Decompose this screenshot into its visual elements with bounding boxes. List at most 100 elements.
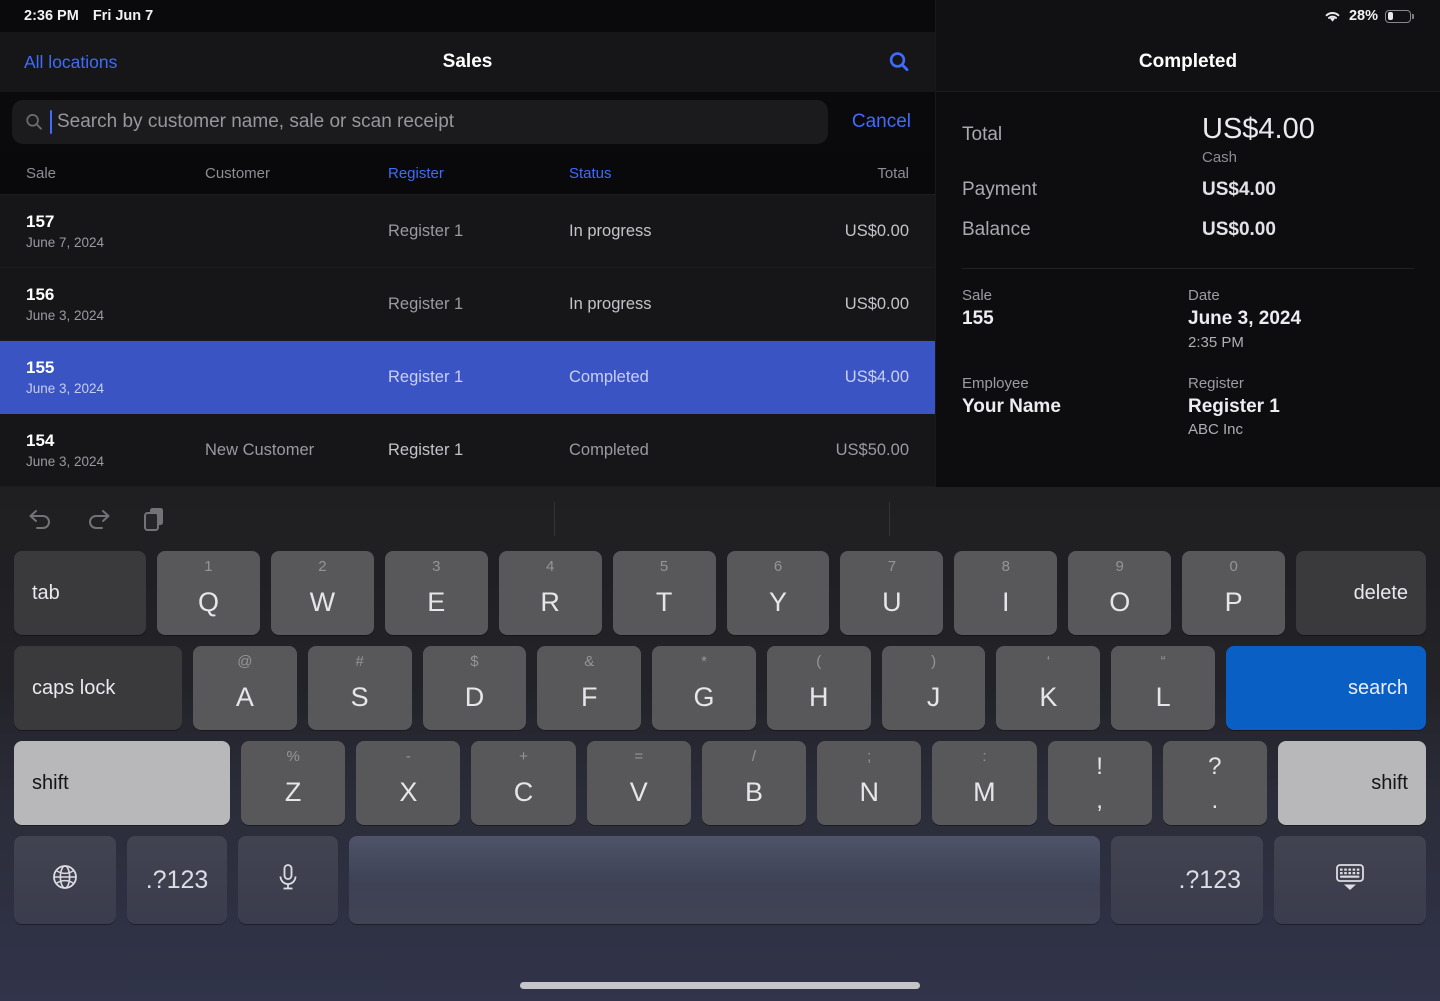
key-j[interactable]: ) J <box>881 646 986 730</box>
key-n[interactable]: ; N <box>817 741 922 825</box>
sale-number: 154 <box>26 431 55 451</box>
table-row[interactable]: 156 June 3, 2024 Register 1 In progress … <box>0 268 935 341</box>
key-numbers-right[interactable]: .?123 <box>1111 836 1263 924</box>
sale-cell: 156 June 3, 2024 <box>0 285 205 323</box>
column-header-sale[interactable]: Sale <box>0 165 205 182</box>
paste-icon[interactable] <box>140 505 168 533</box>
total-cell: US$4.00 <box>844 367 909 386</box>
key-label: , <box>1096 787 1103 814</box>
detail-balance-row: Balance US$0.00 <box>962 210 1414 250</box>
redo-icon[interactable] <box>83 506 113 532</box>
key-hint: ) <box>931 653 937 670</box>
register-cell: Register 1 <box>388 294 464 313</box>
sale-detail-pane: Completed Total US$4.00 Cash Payment US$… <box>935 0 1440 487</box>
key-z[interactable]: % Z <box>241 741 346 825</box>
key-hint: “ <box>1160 653 1166 670</box>
key-hint: & <box>584 653 595 670</box>
sale-cell: 154 June 3, 2024 <box>0 431 205 469</box>
key-o[interactable]: 9O <box>1068 551 1172 635</box>
key-globe[interactable] <box>14 836 116 924</box>
key-shift-right[interactable]: shift <box>1277 741 1426 825</box>
sale-date: June 3, 2024 <box>26 380 105 396</box>
meta-value: June 3, 2024 <box>1188 307 1302 329</box>
battery-icon <box>1385 9 1414 23</box>
key-delete[interactable]: delete <box>1296 551 1427 635</box>
key-hint: % <box>286 748 300 765</box>
key-tab[interactable]: tab <box>14 551 146 635</box>
key-search[interactable]: search <box>1226 646 1427 730</box>
key-d[interactable]: $ D <box>422 646 527 730</box>
key-label: G <box>693 681 715 712</box>
key-f[interactable]: & F <box>537 646 642 730</box>
key-w[interactable]: 2W <box>270 551 374 635</box>
key-g[interactable]: * G <box>652 646 756 730</box>
key-b[interactable]: / B <box>701 741 807 825</box>
all-locations-button[interactable]: All locations <box>24 52 117 73</box>
key-space[interactable] <box>349 836 1100 924</box>
key-v[interactable]: = V <box>586 741 691 825</box>
key-h[interactable]: (H <box>766 646 871 730</box>
key-a[interactable]: @ A <box>193 646 297 730</box>
meta-value: Your Name <box>962 395 1061 417</box>
key-microphone[interactable] <box>238 836 338 924</box>
table-row[interactable]: 157 June 7, 2024 Register 1 In progress … <box>0 195 935 268</box>
key-dismiss-keyboard[interactable] <box>1274 836 1426 924</box>
wifi-icon <box>1323 9 1342 23</box>
key-comma-exclamation[interactable]: !, <box>1047 741 1152 825</box>
sale-cell: 157 June 7, 2024 <box>0 212 205 250</box>
key-shift-left[interactable]: shift <box>14 741 230 825</box>
key-label: U <box>882 586 902 617</box>
key-hint: * <box>701 653 707 670</box>
key-e[interactable]: 3E <box>384 551 488 635</box>
key-s[interactable]: # S <box>307 646 412 730</box>
search-icon[interactable] <box>887 50 911 74</box>
key-t[interactable]: 5T <box>612 551 716 635</box>
status-cell: Completed <box>569 367 649 386</box>
table-row-selected[interactable]: 155 June 3, 2024 Register 1 Completed US… <box>0 341 935 414</box>
detail-meta-grid: Sale 155 Date June 3, 2024 2:35 PM Emplo… <box>962 269 1414 463</box>
search-placeholder: Search by customer name, sale or scan re… <box>57 111 455 132</box>
key-c[interactable]: + C <box>471 741 576 825</box>
key-i[interactable]: 8I <box>954 551 1058 635</box>
key-hint: ( <box>816 653 822 670</box>
key-period-question[interactable]: ?. <box>1162 741 1267 825</box>
key-u[interactable]: 7U <box>840 551 944 635</box>
key-m[interactable]: :M <box>932 741 1037 825</box>
key-label: F <box>580 681 598 712</box>
meta-employee: Employee Your Name <box>962 375 1188 439</box>
table-row[interactable]: 154 June 3, 2024 New Customer Register 1… <box>0 414 935 487</box>
column-header-register[interactable]: Register <box>388 165 569 182</box>
key-k[interactable]: ‘K <box>996 646 1101 730</box>
column-header-status[interactable]: Status <box>569 165 834 182</box>
key-l[interactable]: “L <box>1111 646 1216 730</box>
text-caret <box>50 110 52 134</box>
column-header-total[interactable]: Total <box>834 165 935 182</box>
column-header-customer[interactable]: Customer <box>205 165 388 182</box>
key-p[interactable]: 0P <box>1182 551 1286 635</box>
key-y[interactable]: 6Y <box>726 551 830 635</box>
key-x[interactable]: -X <box>356 741 461 825</box>
microphone-icon <box>274 862 302 899</box>
key-numbers-left[interactable]: .?123 <box>127 836 227 924</box>
key-r[interactable]: 4R <box>498 551 602 635</box>
cancel-button[interactable]: Cancel <box>838 111 925 133</box>
key-hint: ‘ <box>1046 653 1051 670</box>
key-label: H <box>809 681 829 712</box>
key-label: Q <box>197 586 219 617</box>
key-caps-lock[interactable]: caps lock <box>14 646 182 730</box>
key-q[interactable]: 1Q <box>157 551 260 635</box>
detail-status-title: Completed <box>1138 51 1238 72</box>
status-time: 2:36 PM <box>24 8 79 24</box>
undo-icon[interactable] <box>26 506 56 532</box>
sale-number: 155 <box>26 358 55 378</box>
search-input[interactable]: Search by customer name, sale or scan re… <box>12 100 828 144</box>
key-label: I <box>1002 586 1010 617</box>
key-hint: ? <box>1208 753 1222 780</box>
meta-register: Register Register 1 ABC Inc <box>1188 375 1414 439</box>
key-hint: # <box>355 653 364 670</box>
key-hint: 2 <box>318 558 327 575</box>
meta-label: Date <box>1188 286 1220 304</box>
customer-cell: New Customer <box>205 440 315 459</box>
key-label: V <box>629 776 648 807</box>
key-hint: 1 <box>204 558 213 575</box>
